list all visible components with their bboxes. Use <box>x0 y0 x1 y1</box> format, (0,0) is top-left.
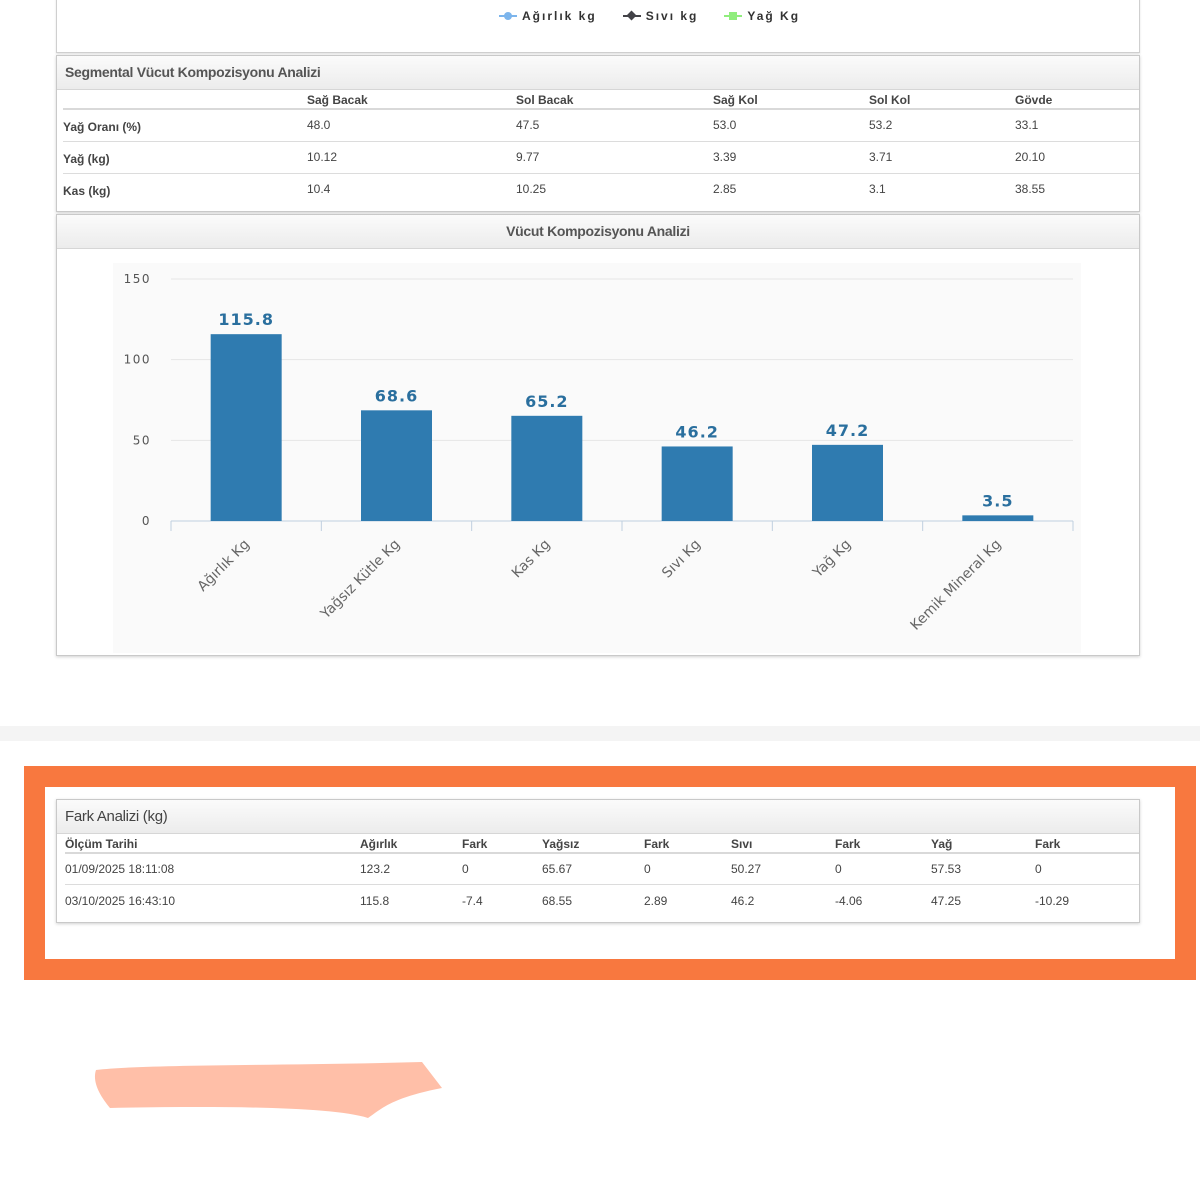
column-header: Sağ Kol <box>713 90 869 110</box>
table-cell: -10.29 <box>1035 893 1070 908</box>
table-cell: 33.1 <box>1015 109 1139 142</box>
y-tick-label: 150 <box>124 272 151 286</box>
column-header: Fark <box>462 834 542 854</box>
row-label: Kas (kg) <box>63 184 111 199</box>
section-separator <box>0 726 1200 741</box>
table-cell: 3.71 <box>869 141 1015 174</box>
table-cell: 53.2 <box>869 109 1015 142</box>
circle-marker-icon <box>499 10 517 22</box>
table-cell: 0 <box>644 853 731 885</box>
table-header-row: Sağ Bacak Sol Bacak Sağ Kol Sol Kol Gövd… <box>63 90 1139 110</box>
data-label: 68.6 <box>375 386 418 405</box>
panel-title: Vücut Kompozisyonu Analizi <box>57 215 1139 249</box>
table-cell: 48.0 <box>307 109 516 142</box>
legend-label: Ağırlık kg <box>522 9 597 23</box>
y-tick-label: 0 <box>142 514 151 528</box>
legend-item-fat[interactable]: Yağ Kg <box>724 9 800 23</box>
column-header: Yağ <box>931 834 1035 854</box>
row-label: Yağ (kg) <box>63 141 307 174</box>
table-row: Yağ (kg) 10.12 9.77 3.39 3.71 20.10 <box>63 141 1139 174</box>
table-cell: 65.67 <box>542 853 644 885</box>
column-header: Ölçüm Tarihi <box>65 834 360 854</box>
bar <box>962 515 1034 521</box>
table-cell: 68.55 <box>542 893 573 908</box>
panel-title: Segmental Vücut Kompozisyonu Analizi <box>57 56 1139 90</box>
table-cell: 53.0 <box>713 109 869 142</box>
column-header: Sağ Bacak <box>307 90 516 110</box>
bar <box>661 446 733 521</box>
table-row: 01/09/2025 18:11:08 123.2 0 65.67 0 50.2… <box>65 853 1139 885</box>
data-label: 47.2 <box>826 421 869 440</box>
trend-chart-legend-card: Ağırlık kg Sıvı kg Yağ Kg <box>56 0 1140 53</box>
column-header <box>63 90 307 110</box>
column-header: Sıvı <box>731 834 835 854</box>
table-cell: 10.12 <box>307 141 516 174</box>
y-tick-label: 50 <box>133 433 151 447</box>
table-cell: 57.53 <box>931 853 1035 885</box>
segmental-table: Sağ Bacak Sol Bacak Sağ Kol Sol Kol Gövd… <box>63 90 1139 205</box>
chart-legend: Ağırlık kg Sıvı kg Yağ Kg <box>499 9 800 23</box>
column-header: Sol Bacak <box>516 90 713 110</box>
difference-panel: Fark Analizi (kg) Ölçüm Tarihi Ağırlık F… <box>56 799 1140 923</box>
table-cell: 46.2 <box>731 893 755 908</box>
difference-table: Ölçüm Tarihi Ağırlık Fark Yağsız Fark Sı… <box>65 834 1139 917</box>
composition-bar-chart: 050100150115.8Ağırlık Kg68.6Yağsız Kütle… <box>113 263 1081 653</box>
table-cell: 0 <box>835 853 931 885</box>
redaction-scribble <box>94 1062 443 1118</box>
date-cell: 03/10/2025 16:43:10 <box>65 893 176 908</box>
data-label: 65.2 <box>525 392 568 411</box>
legend-item-fluid[interactable]: Sıvı kg <box>622 9 699 23</box>
diamond-marker-icon <box>622 10 641 22</box>
row-label: Yağ Oranı (%) <box>63 109 307 142</box>
legend-item-weight[interactable]: Ağırlık kg <box>499 9 597 23</box>
y-tick-label: 100 <box>124 353 151 367</box>
bar <box>361 410 432 521</box>
column-header: Yağsız <box>542 834 644 854</box>
table-cell: 38.55 <box>1015 182 1046 197</box>
data-label: 46.2 <box>675 422 718 441</box>
table-cell: 0 <box>1035 853 1139 885</box>
composition-panel: Vücut Kompozisyonu Analizi 0 50 100 150 115.… <box>56 214 1140 656</box>
date-cell: 01/09/2025 18:11:08 <box>65 853 360 885</box>
bar <box>511 415 583 521</box>
table-cell: 50.27 <box>731 853 835 885</box>
column-header: Gövde <box>1015 90 1139 110</box>
table-row: 03/10/2025 16:43:10 115.8 -7.4 68.55 2.8… <box>65 884 1139 917</box>
table-cell: 115.8 <box>360 893 390 908</box>
legend-label: Yağ Kg <box>747 9 801 23</box>
table-cell: 2.85 <box>713 182 737 197</box>
table-cell: 3.39 <box>713 141 869 174</box>
table-cell: 9.77 <box>516 141 713 174</box>
table-cell: 123.2 <box>360 853 462 885</box>
segmental-panel: Segmental Vücut Kompozisyonu Analizi Sağ… <box>56 55 1140 212</box>
square-marker-icon <box>724 10 743 22</box>
column-header: Sol Kol <box>869 90 1015 110</box>
column-header: Ağırlık <box>360 834 462 854</box>
table-cell: 0 <box>462 853 542 885</box>
data-label: 3.5 <box>982 491 1013 510</box>
table-cell: -7.4 <box>462 893 483 908</box>
table-cell: 47.25 <box>931 893 962 908</box>
table-row: Yağ Oranı (%) 48.0 47.5 53.0 53.2 33.1 <box>63 109 1139 142</box>
bar <box>812 444 883 521</box>
table-row: Kas (kg) 10.4 10.25 2.85 3.1 38.55 <box>63 173 1139 205</box>
table-header-row: Ölçüm Tarihi Ağırlık Fark Yağsız Fark Sı… <box>65 834 1139 854</box>
bar <box>210 334 282 521</box>
column-header: Fark <box>835 834 931 854</box>
table-cell: 10.4 <box>307 182 331 197</box>
table-cell: 10.25 <box>516 182 547 197</box>
data-label: 115.8 <box>218 310 274 329</box>
table-cell: 20.10 <box>1015 141 1139 174</box>
legend-label: Sıvı kg <box>645 9 699 23</box>
table-cell: 2.89 <box>644 893 668 908</box>
table-cell: 3.1 <box>869 182 886 197</box>
column-header: Fark <box>644 834 731 854</box>
panel-title: Fark Analizi (kg) <box>57 800 1139 834</box>
column-header: Fark <box>1035 834 1139 854</box>
table-cell: -4.06 <box>835 893 863 908</box>
table-cell: 47.5 <box>516 109 713 142</box>
